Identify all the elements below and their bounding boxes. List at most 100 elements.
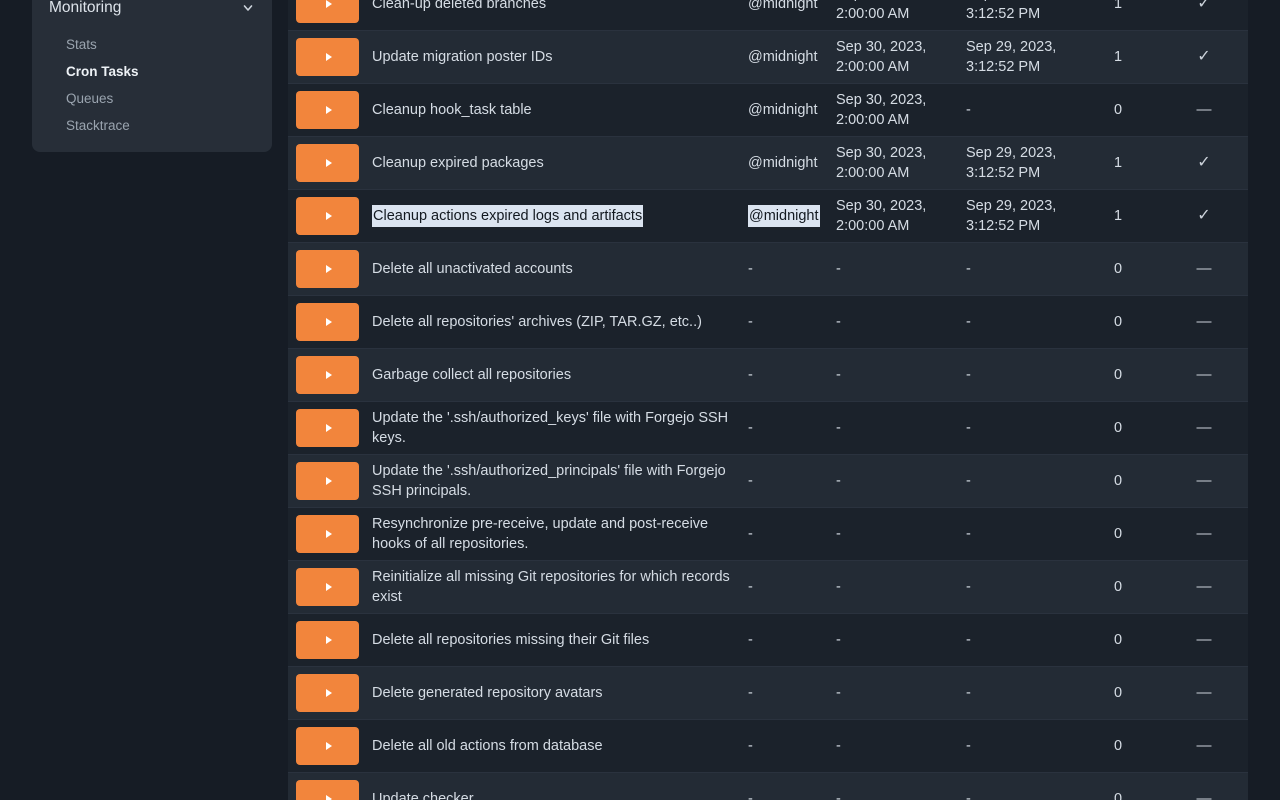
check-icon: ✓ <box>1197 47 1210 67</box>
task-exec-count: 1 <box>1100 0 1160 30</box>
table-row: Update the '.ssh/authorized_principals' … <box>288 455 1248 508</box>
task-next-run: Sep 30, 2023, 2:00:00 AM <box>836 137 966 189</box>
play-icon <box>326 583 332 591</box>
task-name: Delete all repositories missing their Gi… <box>372 614 744 666</box>
task-name: Resynchronize pre-receive, update and po… <box>372 508 744 560</box>
task-status: ✓ <box>1160 190 1248 242</box>
dash-icon: — <box>1197 736 1212 756</box>
dash-icon: — <box>1197 418 1212 438</box>
run-task-button[interactable] <box>296 303 359 341</box>
task-status: — <box>1160 773 1248 800</box>
play-icon <box>326 636 332 644</box>
task-exec-count: 0 <box>1100 614 1160 666</box>
table-row: Cleanup expired packages @midnight Sep 3… <box>288 137 1248 190</box>
run-task-button[interactable] <box>296 674 359 712</box>
play-icon <box>326 371 332 379</box>
task-next-run: Sep 30, 2023, 2:00:00 AM <box>836 84 966 136</box>
task-name: Update the '.ssh/authorized_keys' file w… <box>372 402 744 454</box>
task-previous-run: - <box>966 84 1100 136</box>
task-next-run: - <box>836 720 966 772</box>
task-exec-count: 1 <box>1100 190 1160 242</box>
run-task-button[interactable] <box>296 356 359 394</box>
task-previous-run: - <box>966 455 1100 507</box>
run-task-button[interactable] <box>296 462 359 500</box>
task-next-run: - <box>836 614 966 666</box>
task-schedule: - <box>744 614 836 666</box>
play-icon <box>326 318 332 326</box>
task-exec-count: 0 <box>1100 455 1160 507</box>
dash-icon: — <box>1197 577 1212 597</box>
sidebar-section-title: Monitoring <box>49 0 121 18</box>
run-task-button[interactable] <box>296 91 359 129</box>
play-icon <box>326 0 332 8</box>
play-icon <box>326 477 332 485</box>
dash-icon: — <box>1197 259 1212 279</box>
run-task-button[interactable] <box>296 409 359 447</box>
run-task-button[interactable] <box>296 38 359 76</box>
run-task-button[interactable] <box>296 727 359 765</box>
play-icon <box>326 530 332 538</box>
play-icon <box>326 53 332 61</box>
run-task-button[interactable] <box>296 780 359 800</box>
dash-icon: — <box>1197 312 1212 332</box>
task-schedule: - <box>744 349 836 401</box>
task-next-run: - <box>836 455 966 507</box>
task-status: — <box>1160 614 1248 666</box>
play-icon <box>326 106 332 114</box>
run-task-button[interactable] <box>296 0 359 23</box>
monitoring-sidebar: Monitoring StatsCron TasksQueuesStacktra… <box>32 0 272 152</box>
task-exec-count: 0 <box>1100 508 1160 560</box>
sidebar-items: StatsCron TasksQueuesStacktrace <box>32 31 272 139</box>
run-task-button[interactable] <box>296 250 359 288</box>
task-previous-run: - <box>966 614 1100 666</box>
task-exec-count: 0 <box>1100 349 1160 401</box>
table-row: Cleanup actions expired logs and artifac… <box>288 190 1248 243</box>
task-schedule: - <box>744 455 836 507</box>
task-next-run: Sep 30, 2023, 2:00:00 AM <box>836 31 966 83</box>
task-name: Reinitialize all missing Git repositorie… <box>372 561 744 613</box>
table-row: Delete all old actions from database - -… <box>288 720 1248 773</box>
sidebar-section-header[interactable]: Monitoring <box>32 0 272 18</box>
task-name: Update the '.ssh/authorized_principals' … <box>372 455 744 507</box>
chevron-down-icon[interactable] <box>241 1 255 15</box>
task-exec-count: 0 <box>1100 243 1160 295</box>
task-next-run: Sep 30, 2023, 2:00:00 AM <box>836 190 966 242</box>
task-name: Delete generated repository avatars <box>372 667 744 719</box>
run-task-button[interactable] <box>296 515 359 553</box>
task-exec-count: 0 <box>1100 296 1160 348</box>
task-name: Cleanup hook_task table <box>372 84 744 136</box>
task-schedule: - <box>744 561 836 613</box>
task-next-run: - <box>836 508 966 560</box>
run-task-button[interactable] <box>296 568 359 606</box>
run-task-button[interactable] <box>296 621 359 659</box>
sidebar-item-stacktrace[interactable]: Stacktrace <box>32 112 272 139</box>
sidebar-item-cron-tasks[interactable]: Cron Tasks <box>32 58 272 85</box>
task-name: Clean-up deleted branches <box>372 0 744 30</box>
check-icon: ✓ <box>1197 206 1210 226</box>
task-exec-count: 1 <box>1100 137 1160 189</box>
task-status: ✓ <box>1160 31 1248 83</box>
play-icon <box>326 159 332 167</box>
table-row: Delete generated repository avatars - - … <box>288 667 1248 720</box>
sidebar-item-queues[interactable]: Queues <box>32 85 272 112</box>
play-icon <box>326 742 332 750</box>
task-exec-count: 0 <box>1100 667 1160 719</box>
task-next-run: Sep 30, 2023, 2:00:00 AM <box>836 0 966 30</box>
dash-icon: — <box>1197 630 1212 650</box>
task-exec-count: 0 <box>1100 84 1160 136</box>
check-icon: ✓ <box>1197 0 1210 14</box>
table-row: Clean-up deleted branches @midnight Sep … <box>288 0 1248 31</box>
task-status: — <box>1160 402 1248 454</box>
task-schedule: @midnight <box>744 0 836 30</box>
sidebar-item-stats[interactable]: Stats <box>32 31 272 58</box>
task-next-run: - <box>836 349 966 401</box>
task-status: — <box>1160 561 1248 613</box>
task-exec-count: 0 <box>1100 773 1160 800</box>
run-task-button[interactable] <box>296 144 359 182</box>
task-exec-count: 0 <box>1100 402 1160 454</box>
task-schedule: @midnight <box>744 31 836 83</box>
task-schedule: @midnight <box>744 190 836 242</box>
run-task-button[interactable] <box>296 197 359 235</box>
task-schedule: @midnight <box>744 84 836 136</box>
task-status: ✓ <box>1160 0 1248 30</box>
